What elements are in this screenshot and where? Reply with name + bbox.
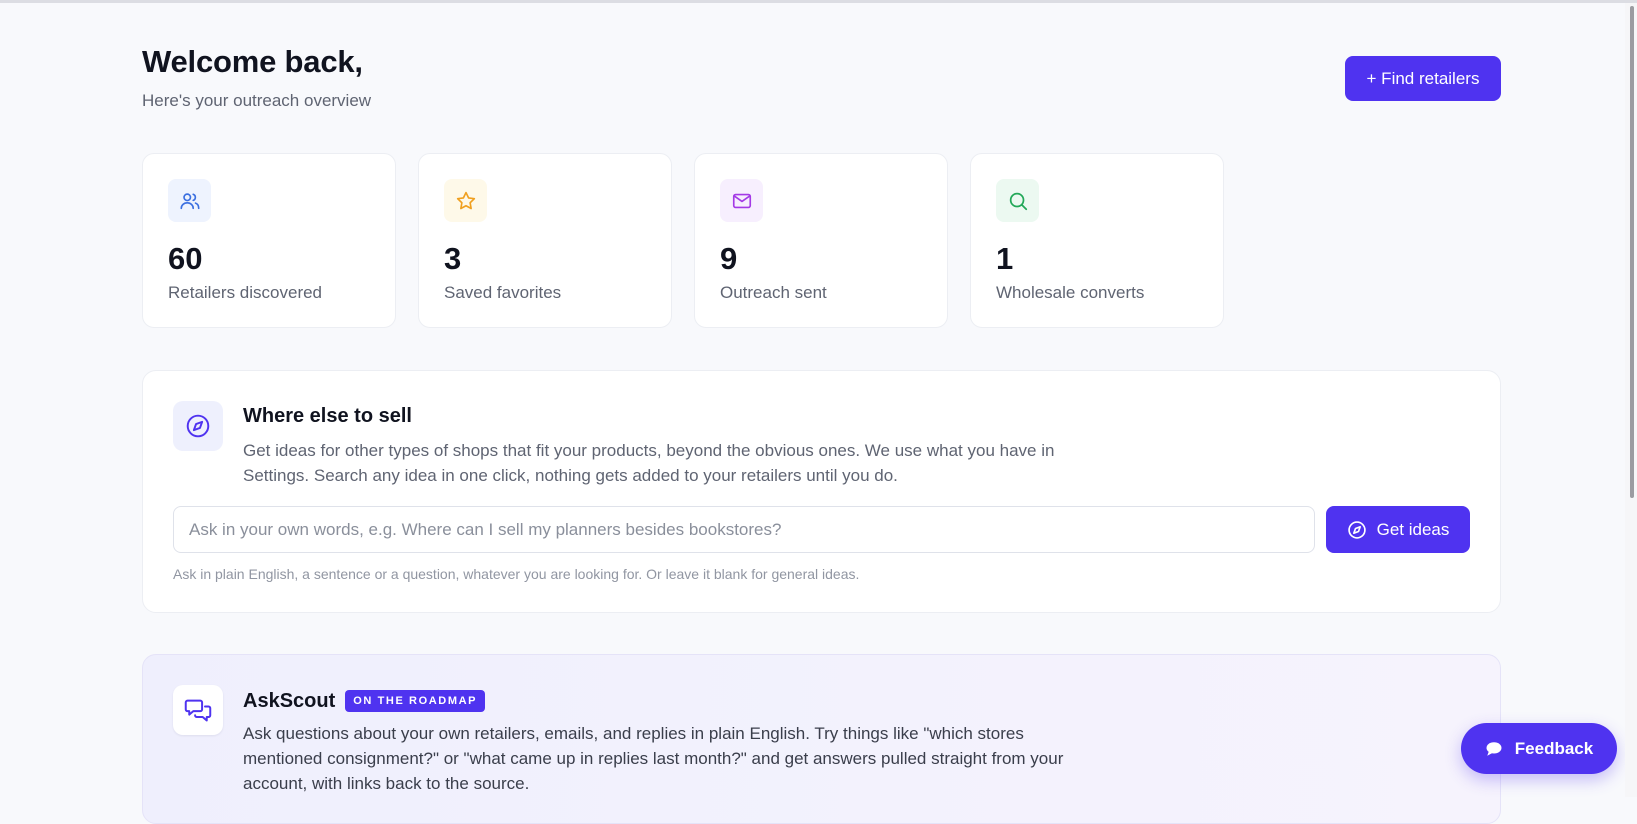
find-retailers-button[interactable]: + Find retailers: [1345, 56, 1501, 101]
get-ideas-label: Get ideas: [1376, 519, 1450, 539]
feedback-label: Feedback: [1514, 738, 1594, 758]
get-ideas-button[interactable]: Get ideas: [1326, 506, 1470, 553]
mail-icon: [720, 179, 763, 222]
page-header: Welcome back, Here's your outreach overv…: [142, 44, 1501, 114]
input-hint: Ask in plain English, a sentence or a qu…: [173, 566, 860, 582]
star-icon: [444, 179, 487, 222]
stat-value: 9: [720, 241, 738, 276]
top-border: [0, 0, 1637, 3]
chat-bubbles-icon: [173, 685, 223, 735]
askscout-title-row: AskScout ON THE ROADMAP: [243, 689, 486, 713]
stats-row: 60 Retailers discovered 3 Saved favorite…: [142, 153, 1226, 329]
stat-card-retailers: 60 Retailers discovered: [142, 153, 396, 328]
stat-value: 60: [168, 241, 203, 276]
ideas-search-input[interactable]: [173, 506, 1315, 553]
stat-card-outreach: 9 Outreach sent: [694, 153, 948, 328]
users-icon: [168, 179, 211, 222]
scrollbar-thumb[interactable]: [1630, 6, 1634, 498]
speech-bubble-icon: [1486, 741, 1502, 756]
stat-label: Saved favorites: [444, 283, 562, 302]
page-subtitle: Here's your outreach overview: [142, 91, 372, 110]
stat-card-converts: 1 Wholesale converts: [970, 153, 1224, 328]
section-description: Ask questions about your own retailers, …: [243, 724, 1064, 793]
feedback-button[interactable]: Feedback: [1461, 723, 1617, 774]
search-icon: [996, 179, 1039, 222]
roadmap-badge: ON THE ROADMAP: [345, 690, 486, 712]
compass-icon: [1347, 520, 1366, 539]
scrollbar[interactable]: [1625, 3, 1637, 797]
section-title: AskScout: [243, 689, 336, 712]
askscout-card: AskScout ON THE ROADMAP Ask questions ab…: [142, 654, 1501, 824]
stat-card-favorites: 3 Saved favorites: [418, 153, 672, 328]
stat-value: 3: [444, 241, 462, 276]
stat-label: Outreach sent: [720, 283, 827, 302]
section-description: Get ideas for other types of shops that …: [243, 441, 1055, 485]
section-title: Where else to sell: [243, 405, 412, 427]
page-title: Welcome back,: [142, 44, 363, 79]
compass-icon: [173, 401, 223, 451]
where-else-to-sell-card: Where else to sell Get ideas for other t…: [142, 370, 1501, 613]
stat-label: Wholesale converts: [996, 283, 1145, 302]
stat-value: 1: [996, 241, 1014, 276]
stat-label: Retailers discovered: [168, 283, 323, 302]
